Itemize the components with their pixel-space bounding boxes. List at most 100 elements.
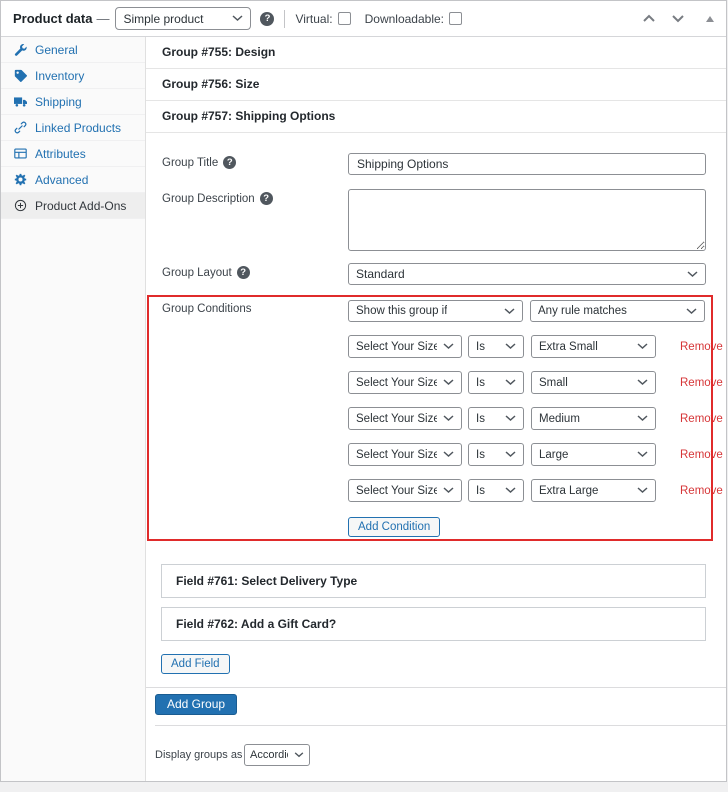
- group-title-label: Group Title: [162, 157, 218, 169]
- chevron-down-icon: [637, 487, 648, 494]
- tab-label: Inventory: [35, 69, 84, 83]
- remove-condition-link[interactable]: Remove: [680, 377, 723, 389]
- add-group-button[interactable]: Add Group: [155, 694, 237, 715]
- product-type-value: Simple product: [123, 12, 203, 26]
- group-header-756[interactable]: Group #756: Size: [146, 69, 726, 101]
- downloadable-label: Downloadable:: [365, 12, 444, 26]
- group-description-row: Group Description ?: [146, 189, 726, 251]
- downloadable-checkbox[interactable]: [449, 12, 462, 25]
- conditions-editor: Show this group if Any rule matches Sele…: [348, 300, 723, 537]
- tab-inventory[interactable]: Inventory: [1, 63, 145, 89]
- tab-linked-products[interactable]: Linked Products: [1, 115, 145, 141]
- condition-field-value: Select Your Size [#760]: [356, 413, 437, 425]
- tab-label: Advanced: [35, 173, 88, 187]
- condition-value-select[interactable]: Extra Large: [531, 479, 656, 502]
- chevron-down-icon: [686, 308, 697, 315]
- condition-value-select[interactable]: Extra Small: [531, 335, 656, 358]
- truck-icon: [14, 95, 27, 108]
- remove-condition-link[interactable]: Remove: [680, 341, 723, 353]
- condition-operator-select[interactable]: Is: [468, 335, 524, 358]
- field-header-762[interactable]: Field #762: Add a Gift Card?: [161, 607, 706, 641]
- group-title-label-wrap: Group Title ?: [146, 153, 348, 169]
- group-header-757[interactable]: Group #757: Shipping Options: [146, 101, 726, 133]
- condition-operator-select[interactable]: Is: [468, 479, 524, 502]
- help-icon[interactable]: ?: [223, 156, 236, 169]
- condition-field-select[interactable]: Select Your Size [#760]: [348, 371, 462, 394]
- group-description-label: Group Description: [162, 193, 255, 205]
- tab-general[interactable]: General: [1, 37, 145, 63]
- group-layout-label-wrap: Group Layout ?: [146, 263, 348, 279]
- condition-operator-value: Is: [476, 377, 485, 389]
- condition-field-select[interactable]: Select Your Size [#760]: [348, 407, 462, 430]
- divider: [146, 687, 726, 688]
- condition-field-value: Select Your Size [#760]: [356, 485, 437, 497]
- group-layout-label: Group Layout: [162, 267, 232, 279]
- toggle-panel-icon[interactable]: [706, 16, 714, 22]
- remove-condition-link[interactable]: Remove: [680, 413, 723, 425]
- chevron-down-icon: [505, 379, 516, 386]
- move-up-icon[interactable]: [642, 14, 656, 23]
- condition-value: Large: [539, 449, 568, 461]
- condition-row: Select Your Size [#760] Is Extra Small: [348, 335, 723, 358]
- title-dash: —: [96, 11, 109, 26]
- add-condition-button[interactable]: Add Condition: [348, 517, 440, 537]
- tab-shipping[interactable]: Shipping: [1, 89, 145, 115]
- link-icon: [14, 121, 27, 134]
- tab-attributes[interactable]: Attributes: [1, 141, 145, 167]
- condition-action-select[interactable]: Show this group if: [348, 300, 523, 322]
- chevron-down-icon: [443, 487, 454, 494]
- move-down-icon[interactable]: [671, 14, 685, 23]
- product-type-select[interactable]: Simple product: [115, 7, 251, 30]
- field-header-761[interactable]: Field #761: Select Delivery Type: [161, 564, 706, 598]
- condition-value: Medium: [539, 413, 580, 425]
- add-field-button[interactable]: Add Field: [161, 654, 230, 674]
- group-description-label-wrap: Group Description ?: [146, 189, 348, 205]
- group-conditions-label-wrap: Group Conditions: [146, 300, 348, 315]
- group-title-input[interactable]: [348, 153, 706, 175]
- group-description-textarea[interactable]: [348, 189, 706, 251]
- remove-condition-link[interactable]: Remove: [680, 449, 723, 461]
- condition-field-select[interactable]: Select Your Size [#760]: [348, 335, 462, 358]
- condition-row: Select Your Size [#760] Is Large: [348, 443, 723, 466]
- chevron-down-icon: [505, 451, 516, 458]
- condition-value-select[interactable]: Large: [531, 443, 656, 466]
- display-groups-row: Display groups as Accordion: [146, 744, 726, 766]
- chevron-down-icon: [443, 451, 454, 458]
- condition-field-select[interactable]: Select Your Size [#760]: [348, 443, 462, 466]
- condition-field-value: Select Your Size [#760]: [356, 341, 437, 353]
- condition-field-value: Select Your Size [#760]: [356, 449, 437, 461]
- tag-icon: [14, 69, 27, 82]
- condition-field-select[interactable]: Select Your Size [#760]: [348, 479, 462, 502]
- chevron-down-icon: [637, 343, 648, 350]
- display-groups-select[interactable]: Accordion: [244, 744, 310, 766]
- tab-label: General: [35, 43, 78, 57]
- group-title-row: Group Title ?: [146, 153, 726, 175]
- chevron-down-icon: [505, 343, 516, 350]
- virtual-label: Virtual:: [295, 12, 332, 26]
- condition-operator-select[interactable]: Is: [468, 371, 524, 394]
- chevron-down-icon: [443, 343, 454, 350]
- condition-operator-select[interactable]: Is: [468, 407, 524, 430]
- help-icon[interactable]: ?: [237, 266, 250, 279]
- add-ons-panel: Group #755: Design Group #756: Size Grou…: [146, 37, 726, 781]
- remove-condition-link[interactable]: Remove: [680, 485, 723, 497]
- help-icon[interactable]: ?: [260, 192, 273, 205]
- condition-value-select[interactable]: Small: [531, 371, 656, 394]
- help-icon[interactable]: ?: [260, 12, 274, 26]
- condition-match-select[interactable]: Any rule matches: [530, 300, 705, 322]
- metabox-header: Product data — Simple product ? Virtual:…: [1, 1, 726, 37]
- condition-operator-value: Is: [476, 449, 485, 461]
- condition-value-select[interactable]: Medium: [531, 407, 656, 430]
- chevron-down-icon: [637, 379, 648, 386]
- tab-product-add-ons[interactable]: Product Add-Ons: [1, 193, 145, 219]
- wrench-icon: [14, 43, 27, 56]
- chevron-down-icon: [505, 487, 516, 494]
- virtual-checkbox[interactable]: [338, 12, 351, 25]
- chevron-down-icon: [294, 752, 304, 758]
- tab-advanced[interactable]: Advanced: [1, 167, 145, 193]
- group-layout-row: Group Layout ? Standard: [146, 263, 726, 285]
- group-header-755[interactable]: Group #755: Design: [146, 37, 726, 69]
- group-layout-select[interactable]: Standard: [348, 263, 706, 285]
- condition-row: Select Your Size [#760] Is Medium: [348, 407, 723, 430]
- condition-operator-select[interactable]: Is: [468, 443, 524, 466]
